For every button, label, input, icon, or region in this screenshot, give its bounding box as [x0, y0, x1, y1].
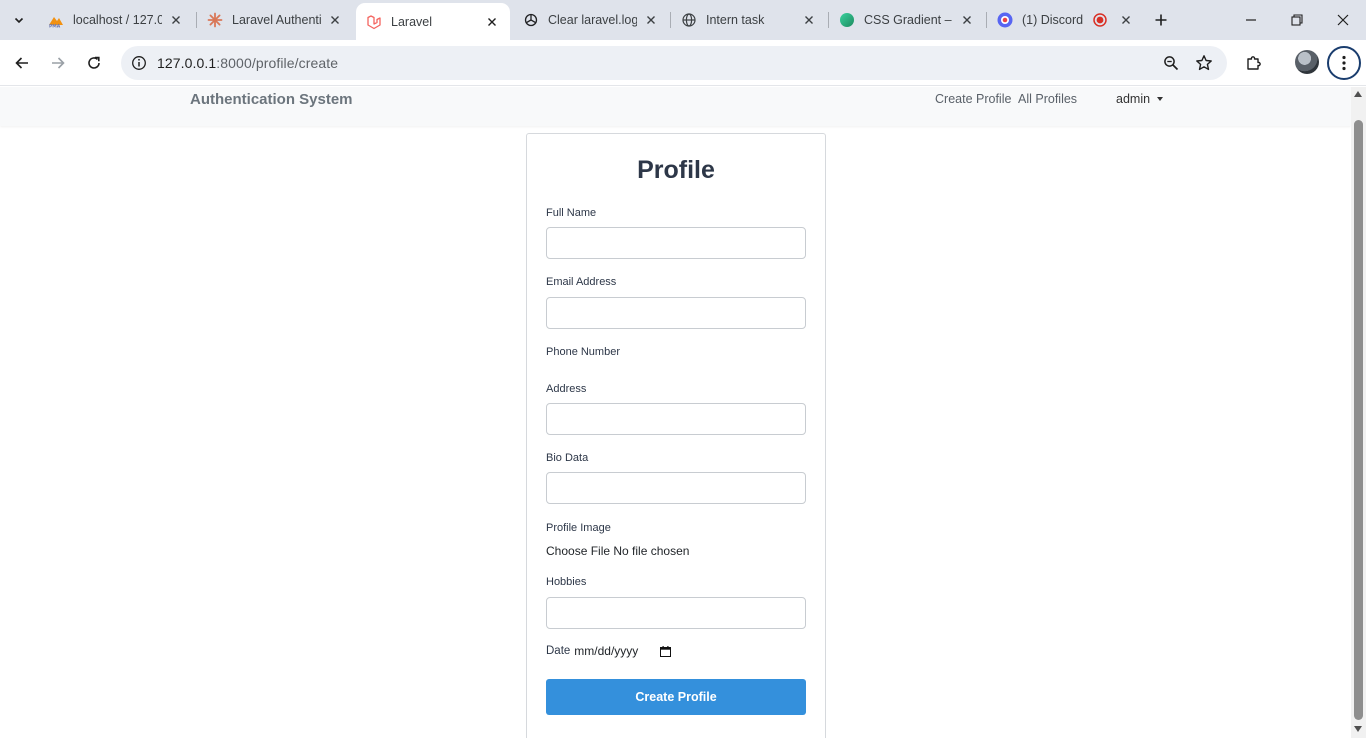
navbar-brand[interactable]: Authentication System	[190, 91, 353, 108]
close-icon[interactable]	[801, 12, 817, 28]
new-tab-button[interactable]	[1148, 7, 1174, 33]
back-button[interactable]	[8, 49, 36, 77]
create-profile-button[interactable]: Create Profile	[546, 679, 806, 715]
browser-menu-button[interactable]	[1327, 46, 1361, 80]
close-icon[interactable]	[1118, 12, 1134, 28]
nav-link-all-profiles[interactable]: All Profiles	[1018, 92, 1077, 106]
browser-toolbar: 127.0.0.1:8000/profile/create	[0, 40, 1366, 86]
bio-label: Bio Data	[546, 452, 589, 464]
profile-image-label: Profile Image	[546, 522, 611, 534]
globe-icon	[681, 12, 697, 28]
address-bar[interactable]: 127.0.0.1:8000/profile/create	[121, 46, 1227, 80]
page-scrollbar[interactable]	[1351, 87, 1366, 738]
app-navbar: Authentication System Create Profile All…	[0, 87, 1351, 126]
tab-title: CSS Gradient – C	[864, 13, 953, 27]
laravel-icon	[366, 14, 382, 30]
tab-title: localhost / 127.0	[73, 13, 162, 27]
restore-icon	[1291, 14, 1303, 26]
hobbies-label: Hobbies	[546, 576, 587, 588]
url-host: 127.0.0.1	[157, 55, 217, 71]
reload-button[interactable]	[80, 49, 108, 77]
info-icon[interactable]	[127, 51, 151, 75]
form-title: Profile	[637, 156, 715, 184]
url-path: :8000/profile/create	[216, 55, 339, 71]
date-label: Date	[546, 645, 571, 657]
tab-title: Laravel Authentic	[232, 13, 321, 27]
close-window-button[interactable]	[1320, 0, 1366, 40]
svg-text:PMA: PMA	[49, 24, 61, 29]
avatar[interactable]	[1295, 50, 1319, 74]
file-status: No file chosen	[613, 544, 690, 558]
url-text: 127.0.0.1:8000/profile/create	[157, 55, 338, 71]
browser-tab-active[interactable]: Laravel	[356, 3, 510, 40]
bio-input[interactable]	[546, 472, 806, 504]
address-label: Address	[546, 383, 587, 395]
scroll-down-icon[interactable]	[1354, 726, 1362, 732]
browser-tab[interactable]: Intern task	[671, 5, 827, 35]
puzzle-icon	[1247, 56, 1261, 70]
zoom-icon[interactable]	[1159, 51, 1183, 75]
tab-title: Laravel	[391, 14, 432, 29]
close-icon	[1337, 14, 1349, 26]
page-viewport: Authentication System Create Profile All…	[0, 87, 1351, 738]
date-input[interactable]: mm/dd/yyyy	[574, 644, 638, 658]
calendar-icon[interactable]	[660, 645, 672, 657]
bookmark-star-icon[interactable]	[1192, 51, 1216, 75]
arrow-right-icon	[52, 57, 65, 69]
close-icon[interactable]	[327, 12, 343, 28]
user-name: admin	[1116, 92, 1151, 106]
tab-title: Intern task	[706, 13, 765, 27]
email-label: Email Address	[546, 276, 617, 288]
tab-title: (1) Discord |	[1022, 13, 1086, 27]
choose-file-button[interactable]: Choose File	[546, 544, 610, 558]
browser-tabstrip: PMA localhost / 127.0 Laravel Authentic …	[0, 0, 1366, 40]
scrollbar-thumb[interactable]	[1354, 120, 1363, 720]
chatgpt-icon	[523, 12, 539, 28]
user-dropdown[interactable]: admin	[1116, 92, 1164, 106]
browser-tab[interactable]: PMA localhost / 127.0	[38, 5, 194, 35]
caret-down-icon	[1157, 97, 1164, 101]
tab-search-button[interactable]	[6, 7, 32, 33]
phone-label: Phone Number	[546, 346, 620, 358]
browser-tab[interactable]: CSS Gradient – C	[829, 5, 985, 35]
nav-link-create-profile[interactable]: Create Profile	[935, 92, 1011, 106]
recording-icon	[1092, 12, 1108, 28]
email-input[interactable]	[546, 297, 806, 329]
date-field: Date mm/dd/yyyy	[546, 644, 672, 658]
css-gradient-icon	[839, 12, 855, 28]
reload-icon	[88, 56, 100, 69]
tab-title: Clear laravel.log	[548, 13, 637, 27]
phpmyadmin-icon: PMA	[48, 12, 64, 28]
profile-image-file-input[interactable]: Choose File No file chosen	[546, 544, 689, 558]
claude-icon	[207, 12, 223, 28]
discord-icon	[997, 12, 1013, 28]
close-icon[interactable]	[168, 12, 184, 28]
plus-icon	[1155, 14, 1167, 26]
full-name-input[interactable]	[546, 227, 806, 259]
arrow-left-icon	[15, 57, 28, 69]
more-vertical-icon	[1342, 55, 1346, 71]
chevron-down-icon	[14, 17, 24, 24]
close-icon[interactable]	[959, 12, 975, 28]
hobbies-input[interactable]	[546, 597, 806, 629]
address-input[interactable]	[546, 403, 806, 435]
scroll-up-icon[interactable]	[1354, 91, 1362, 97]
full-name-label: Full Name	[546, 207, 597, 219]
profile-form-card: Profile Full Name Email Address Phone Nu…	[526, 133, 826, 738]
forward-button[interactable]	[44, 49, 72, 77]
minimize-icon	[1246, 19, 1256, 21]
browser-tab[interactable]: Clear laravel.log	[513, 5, 669, 35]
extensions-button[interactable]	[1240, 49, 1268, 77]
browser-tab[interactable]: (1) Discord |	[987, 5, 1143, 35]
browser-tab[interactable]: Laravel Authentic	[197, 5, 353, 35]
restore-button[interactable]	[1274, 0, 1320, 40]
close-icon[interactable]	[643, 12, 659, 28]
close-icon[interactable]	[484, 14, 500, 30]
minimize-button[interactable]	[1228, 0, 1274, 40]
